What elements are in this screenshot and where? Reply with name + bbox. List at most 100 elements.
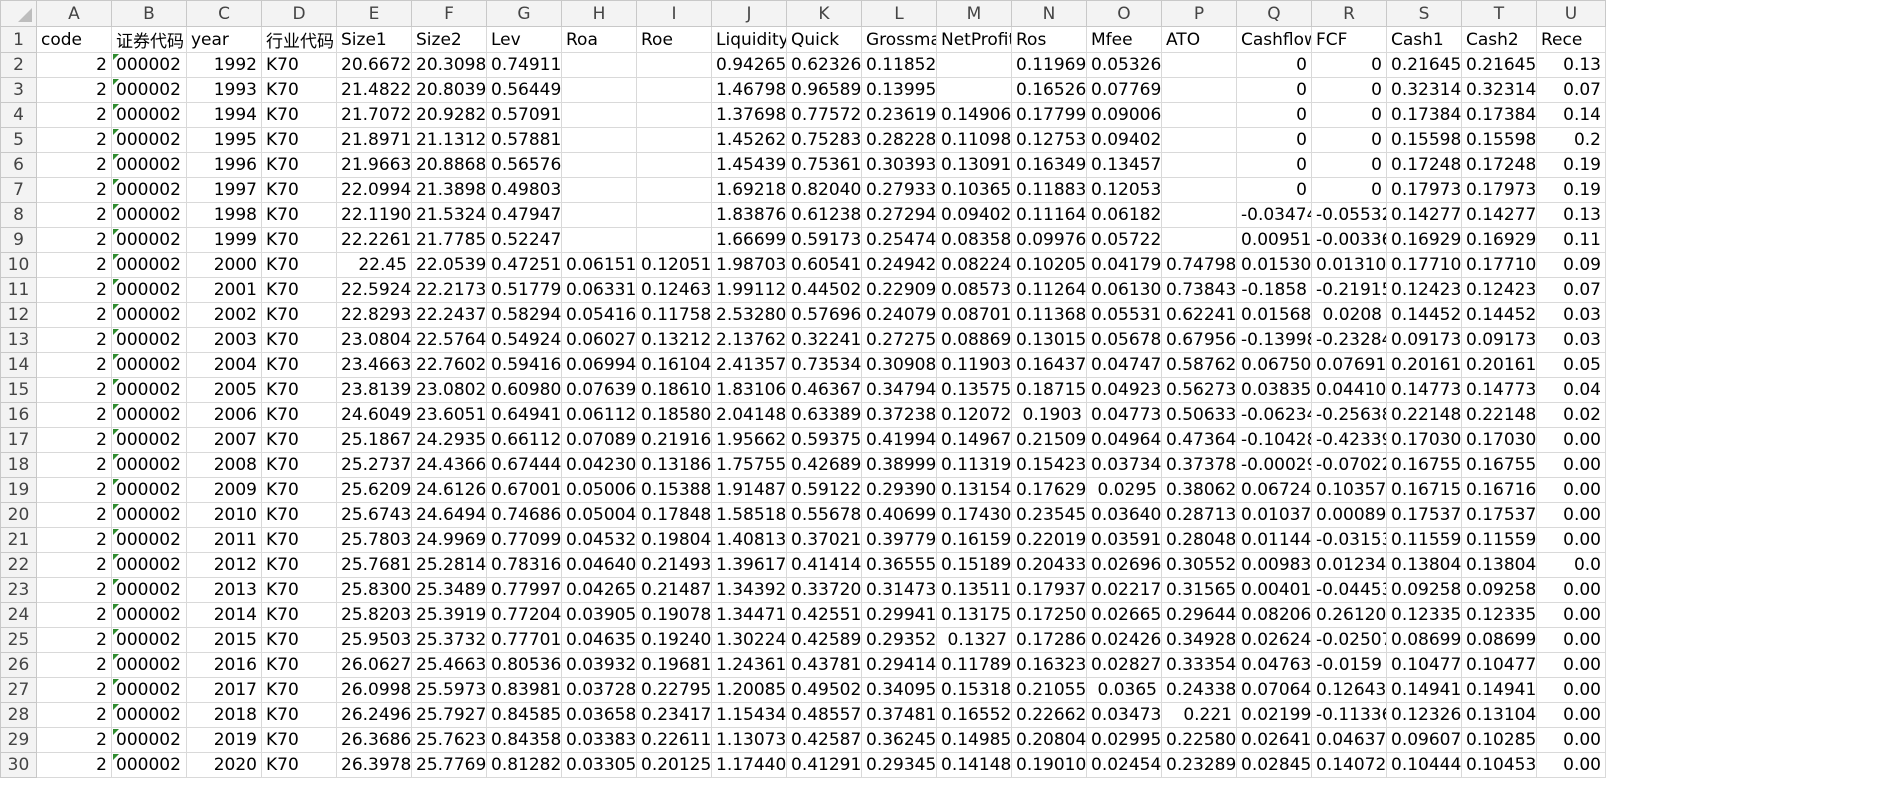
cell-p[interactable]: 0.315659 <box>1161 577 1237 603</box>
cell-f[interactable]: 24.64947 <box>411 502 487 528</box>
cell-n[interactable]: 0.190106 <box>1011 752 1087 778</box>
row-header[interactable]: 16 <box>0 402 37 428</box>
field-header-cell[interactable]: Liquidity <box>711 26 787 53</box>
column-header-s[interactable]: S <box>1386 0 1462 27</box>
cell-e[interactable]: 22.59244 <box>336 277 412 303</box>
cell-p[interactable]: 0.33354 <box>1161 652 1237 678</box>
cell-i[interactable]: 0.186105 <box>636 377 712 403</box>
cell-s[interactable]: 0.155988 <box>1386 127 1462 153</box>
cell-h[interactable]: 0.039059 <box>561 602 637 628</box>
cell-c[interactable]: 1993 <box>186 77 262 103</box>
cell-s[interactable]: 0.169295 <box>1386 227 1462 253</box>
cell-n[interactable]: 0.127534 <box>1011 127 1087 153</box>
cell-m[interactable]: 0.082242 <box>936 252 1012 278</box>
cell-d[interactable]: K70 <box>261 302 337 328</box>
cell-k[interactable]: 0.445024 <box>786 277 862 303</box>
cell-s[interactable]: 0.167552 <box>1386 452 1462 478</box>
cell-c[interactable]: 2007 <box>186 427 262 453</box>
cell-h[interactable] <box>561 52 637 78</box>
cell-s[interactable]: 0.149416 <box>1386 677 1462 703</box>
cell-s[interactable]: 0.144527 <box>1386 302 1462 328</box>
cell-o[interactable]: 0.02995 <box>1086 727 1162 753</box>
cell-n[interactable]: 0.22662 <box>1011 702 1087 728</box>
cell-j[interactable]: 1.467981 <box>711 77 787 103</box>
row-header[interactable]: 14 <box>0 352 37 378</box>
cell-r[interactable]: 0 <box>1311 177 1387 203</box>
row-header[interactable]: 13 <box>0 327 37 353</box>
cell-u[interactable]: 0.09 <box>1536 252 1606 278</box>
cell-t[interactable]: 0.173844 <box>1461 102 1537 128</box>
cell-e[interactable]: 26.24965 <box>336 702 412 728</box>
cell-e[interactable]: 20.66723 <box>336 52 412 78</box>
cell-l[interactable]: 0.272753 <box>861 327 937 353</box>
cell-n[interactable]: 0.119693 <box>1011 52 1087 78</box>
cell-s[interactable]: 0.124231 <box>1386 277 1462 303</box>
cell-b[interactable]: 000002 <box>111 177 187 203</box>
cell-d[interactable]: K70 <box>261 677 337 703</box>
cell-q[interactable]: 0 <box>1236 152 1312 178</box>
cell-c[interactable]: 2001 <box>186 277 262 303</box>
cell-m[interactable] <box>936 77 1012 103</box>
cell-f[interactable]: 20.88684 <box>411 152 487 178</box>
cell-f[interactable]: 20.92828 <box>411 102 487 128</box>
cell-t[interactable]: 0.091732 <box>1461 327 1537 353</box>
cell-q[interactable]: 0.004015 <box>1236 577 1312 603</box>
cell-o[interactable]: 0.090067 <box>1086 102 1162 128</box>
row-header[interactable]: 2 <box>0 52 37 78</box>
cell-j[interactable]: 1.99112 <box>711 277 787 303</box>
cell-u[interactable]: 0.02 <box>1536 402 1606 428</box>
cell-o[interactable]: 0.049235 <box>1086 377 1162 403</box>
cell-r[interactable]: -0.21915 <box>1311 277 1387 303</box>
cell-i[interactable] <box>636 202 712 228</box>
cell-j[interactable]: 1.692181 <box>711 177 787 203</box>
cell-p[interactable] <box>1161 152 1237 178</box>
cell-c[interactable]: 2000 <box>186 252 262 278</box>
field-header-cell[interactable]: Mfee <box>1086 26 1162 53</box>
cell-m[interactable]: 0.11319 <box>936 452 1012 478</box>
cell-e[interactable]: 25.83009 <box>336 577 412 603</box>
cell-b[interactable]: 000002 <box>111 577 187 603</box>
cell-l[interactable]: 0.249425 <box>861 252 937 278</box>
cell-d[interactable]: K70 <box>261 477 337 503</box>
cell-k[interactable]: 0.820401 <box>786 177 862 203</box>
cell-r[interactable]: 0.12643 <box>1311 677 1387 703</box>
cell-c[interactable]: 2008 <box>186 452 262 478</box>
cell-l[interactable]: 0.347948 <box>861 377 937 403</box>
cell-t[interactable]: 0.175373 <box>1461 502 1537 528</box>
cell-i[interactable]: 0.190784 <box>636 602 712 628</box>
cell-a[interactable]: 2 <box>36 102 112 128</box>
cell-m[interactable]: 0.087017 <box>936 302 1012 328</box>
cell-p[interactable] <box>1161 227 1237 253</box>
cell-l[interactable]: 0.27933 <box>861 177 937 203</box>
cell-u[interactable]: 0.00 <box>1536 677 1606 703</box>
cell-h[interactable] <box>561 102 637 128</box>
cell-e[interactable]: 26.06271 <box>336 652 412 678</box>
cell-j[interactable]: 1.344714 <box>711 602 787 628</box>
cell-g[interactable]: 0.498039 <box>486 177 562 203</box>
cell-f[interactable]: 25.3489 <box>411 577 487 603</box>
cell-g[interactable]: 0.570912 <box>486 102 562 128</box>
cell-d[interactable]: K70 <box>261 702 337 728</box>
cell-f[interactable]: 24.61266 <box>411 477 487 503</box>
cell-k[interactable]: 0.426895 <box>786 452 862 478</box>
cell-g[interactable]: 0.522476 <box>486 227 562 253</box>
cell-k[interactable]: 0.591737 <box>786 227 862 253</box>
cell-i[interactable] <box>636 152 712 178</box>
cell-e[interactable]: 26.36861 <box>336 727 412 753</box>
cell-e[interactable]: 21.9663 <box>336 152 412 178</box>
cell-u[interactable]: 0.05 <box>1536 352 1606 378</box>
cell-k[interactable]: 0.62326 <box>786 52 862 78</box>
cell-t[interactable]: 0.177108 <box>1461 252 1537 278</box>
cell-u[interactable]: 0.13 <box>1536 202 1606 228</box>
cell-r[interactable]: -0.07022 <box>1311 452 1387 478</box>
row-header[interactable]: 10 <box>0 252 37 278</box>
cell-j[interactable]: 2.532806 <box>711 302 787 328</box>
cell-l[interactable]: 0.139959 <box>861 77 937 103</box>
cell-g[interactable]: 0.565761 <box>486 152 562 178</box>
cell-k[interactable]: 0.735344 <box>786 352 862 378</box>
cell-b[interactable]: 000002 <box>111 302 187 328</box>
cell-a[interactable]: 2 <box>36 752 112 778</box>
cell-p[interactable] <box>1161 127 1237 153</box>
cell-a[interactable]: 2 <box>36 427 112 453</box>
cell-h[interactable]: 0.03658 <box>561 702 637 728</box>
